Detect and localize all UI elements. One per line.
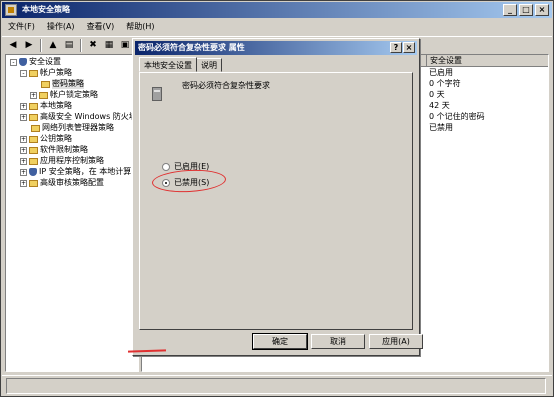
collapse-icon[interactable]: - bbox=[10, 58, 17, 66]
tab-strip: 本地安全设置 说明 bbox=[139, 57, 222, 72]
shield-icon bbox=[29, 168, 37, 176]
tab-local-setting[interactable]: 本地安全设置 bbox=[139, 57, 197, 72]
help-button[interactable]: ? bbox=[390, 42, 402, 53]
column-header-setting[interactable]: 安全设置 bbox=[426, 55, 462, 67]
statusbar bbox=[2, 375, 552, 395]
dialog-title: 密码必须符合复杂性要求 属性 bbox=[138, 43, 245, 52]
delete-icon[interactable]: ✖ bbox=[86, 39, 100, 52]
ok-button[interactable]: 确定 bbox=[252, 333, 308, 350]
window-title: 本地安全策略 bbox=[22, 5, 70, 14]
main-titlebar[interactable]: 本地安全策略 _ □ × bbox=[2, 2, 552, 18]
menu-action[interactable]: 操作(A) bbox=[47, 20, 75, 34]
tree-item-label[interactable]: 高级审核策略配置 bbox=[40, 178, 104, 188]
collapse-icon[interactable]: - bbox=[20, 69, 27, 77]
shield-icon bbox=[19, 58, 27, 66]
tree-item[interactable]: + 帐户锁定策略 bbox=[30, 90, 98, 100]
list-row[interactable]: 已禁用 bbox=[426, 122, 453, 133]
menu-view[interactable]: 查看(V) bbox=[87, 20, 115, 34]
tab-panel: 密码必须符合复杂性要求 已启用(E) 已禁用(S) bbox=[139, 72, 413, 330]
expand-icon[interactable]: + bbox=[20, 135, 27, 143]
tree-item[interactable]: + 公钥策略 bbox=[20, 134, 72, 144]
folder-icon bbox=[29, 113, 38, 121]
policy-name: 密码必须符合复杂性要求 bbox=[182, 81, 270, 90]
toolbar-separator bbox=[40, 38, 42, 52]
expand-icon[interactable]: + bbox=[20, 157, 27, 165]
tree-item-label[interactable]: 应用程序控制策略 bbox=[40, 156, 104, 166]
tree-item-label[interactable]: 本地策略 bbox=[40, 101, 72, 111]
forward-icon[interactable]: ▶ bbox=[22, 39, 36, 52]
export-icon[interactable]: ▣ bbox=[118, 39, 132, 52]
maximize-button[interactable]: □ bbox=[519, 4, 533, 16]
tree-item[interactable]: 网络列表管理器策略 bbox=[20, 123, 114, 133]
folder-icon bbox=[29, 69, 38, 77]
toolbar-separator bbox=[80, 38, 82, 52]
folder-icon bbox=[29, 146, 38, 154]
tree-pane[interactable]: - 安全设置 - 帐户策略 密码策略 + 帐户锁定策略 + 本地策略 + 高级安全 Windows … bbox=[5, 54, 139, 372]
list-row[interactable]: 0 个记住的密码 bbox=[426, 111, 485, 122]
expand-icon[interactable]: + bbox=[20, 113, 27, 121]
dialog-controls: ? × bbox=[390, 42, 415, 53]
folder-icon bbox=[39, 91, 48, 99]
tab-explain[interactable]: 说明 bbox=[196, 58, 222, 72]
tree-item[interactable]: + 高级审核策略配置 bbox=[20, 178, 104, 188]
tree-item-label[interactable]: 帐户策略 bbox=[40, 68, 72, 78]
dialog-footer: 确定 取消 应用(A) bbox=[133, 329, 423, 355]
folder-icon bbox=[31, 124, 40, 132]
app-icon bbox=[5, 4, 17, 16]
tree-item-label[interactable]: 软件限制策略 bbox=[40, 145, 88, 155]
folder-icon bbox=[29, 135, 38, 143]
up-folder-icon[interactable]: ▲ bbox=[46, 39, 60, 52]
list-row[interactable]: 0 天 bbox=[426, 89, 445, 100]
tree-item[interactable]: + 软件限制策略 bbox=[20, 145, 88, 155]
folder-icon bbox=[29, 157, 38, 165]
back-icon[interactable]: ◀ bbox=[6, 39, 20, 52]
tree-item-label[interactable]: 帐户锁定策略 bbox=[50, 90, 98, 100]
tree-item-label[interactable]: 密码策略 bbox=[52, 79, 84, 89]
tree-item-label[interactable]: 公钥策略 bbox=[40, 134, 72, 144]
tree-item[interactable]: 密码策略 bbox=[30, 79, 84, 89]
properties-dialog: 密码必须符合复杂性要求 属性 ? × 本地安全设置 说明 密码必须符合复杂性要求… bbox=[132, 38, 423, 356]
tree-item-label[interactable]: 高级安全 Windows 防火墙 bbox=[40, 112, 137, 122]
close-button[interactable]: × bbox=[535, 4, 549, 16]
list-row[interactable]: 0 个字符 bbox=[426, 78, 461, 89]
menu-file[interactable]: 文件(F) bbox=[8, 20, 35, 34]
tree-item-label[interactable]: IP 安全策略，在 本地计算 bbox=[39, 167, 131, 177]
tree-item[interactable]: + 高级安全 Windows 防火墙 bbox=[20, 112, 137, 122]
apply-button[interactable]: 应用(A) bbox=[369, 334, 423, 349]
tree-item[interactable]: - 帐户策略 bbox=[20, 68, 72, 78]
tree-item[interactable]: - 安全设置 bbox=[10, 57, 61, 67]
folder-icon bbox=[29, 179, 38, 187]
dialog-titlebar[interactable]: 密码必须符合复杂性要求 属性 ? × bbox=[135, 41, 417, 55]
menubar: 文件(F) 操作(A) 查看(V) 帮助(H) bbox=[2, 19, 552, 35]
expand-icon[interactable]: + bbox=[20, 179, 27, 187]
radio-enabled-indicator[interactable] bbox=[162, 162, 170, 171]
expand-icon[interactable]: + bbox=[30, 91, 37, 99]
folder-icon bbox=[41, 80, 50, 88]
expand-icon[interactable]: + bbox=[20, 102, 27, 110]
tree-item[interactable]: + IP 安全策略，在 本地计算 bbox=[20, 167, 131, 177]
tree-item[interactable]: + 本地策略 bbox=[20, 101, 72, 111]
policy-icon bbox=[150, 83, 166, 103]
expand-icon[interactable]: + bbox=[20, 146, 27, 154]
tree-item-label[interactable]: 安全设置 bbox=[29, 57, 61, 67]
minimize-button[interactable]: _ bbox=[503, 4, 517, 16]
status-cell bbox=[6, 378, 546, 394]
cancel-button[interactable]: 取消 bbox=[311, 334, 365, 349]
properties-icon[interactable]: ▦ bbox=[102, 39, 116, 52]
tree-item-label[interactable]: 网络列表管理器策略 bbox=[42, 123, 114, 133]
list-row[interactable]: 42 天 bbox=[426, 100, 450, 111]
list-row[interactable]: 已启用 bbox=[426, 67, 453, 78]
window-controls: _ □ × bbox=[503, 4, 549, 16]
tree-view-icon[interactable]: ▤ bbox=[62, 39, 76, 52]
folder-icon bbox=[29, 102, 38, 110]
menu-help[interactable]: 帮助(H) bbox=[126, 20, 154, 34]
dialog-close-button[interactable]: × bbox=[403, 42, 415, 53]
expand-icon[interactable]: + bbox=[20, 168, 27, 176]
tree-item[interactable]: + 应用程序控制策略 bbox=[20, 156, 104, 166]
